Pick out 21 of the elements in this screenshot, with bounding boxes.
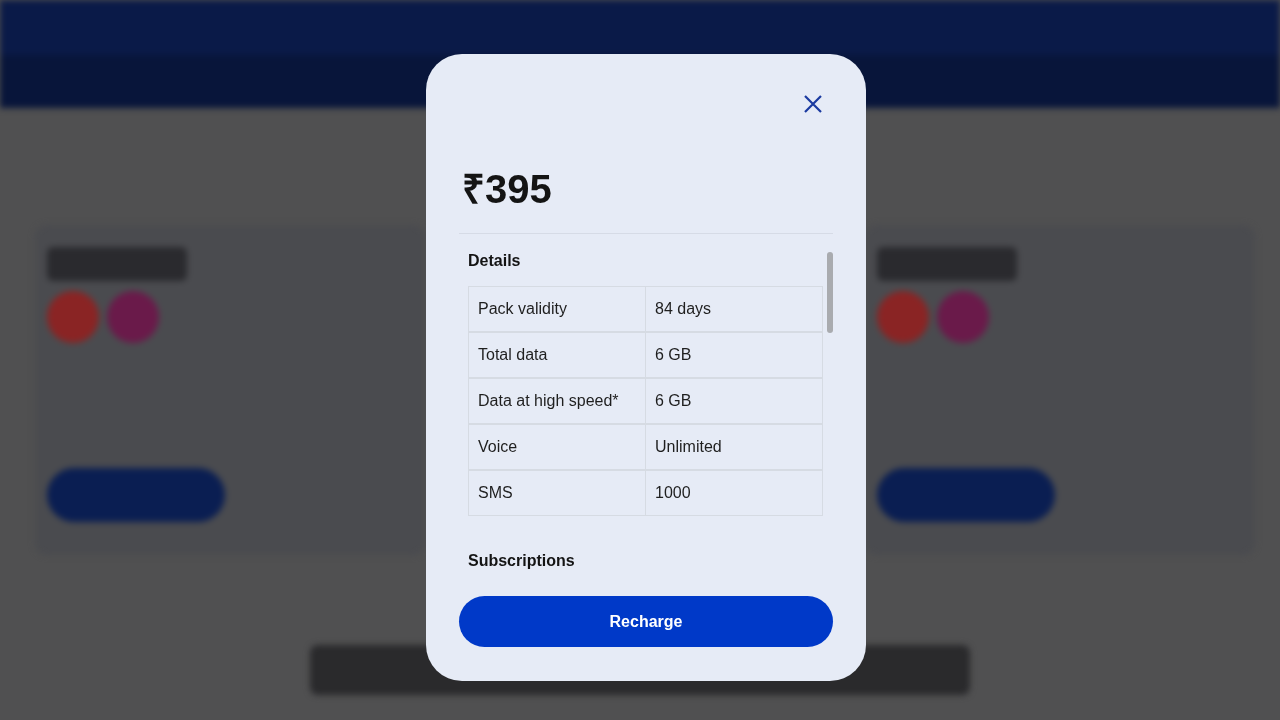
table-cell: 6 GB <box>645 379 822 423</box>
table-cell-text: Data at high speed* <box>477 391 620 411</box>
table-cell-text: Pack validity <box>477 299 568 319</box>
app-logo-icon <box>107 291 159 343</box>
app-logo-icon <box>937 291 989 343</box>
recharge-button[interactable]: Recharge <box>459 596 833 647</box>
table-cell-text: Voice <box>477 437 519 457</box>
table-cell: 1000 <box>645 471 822 515</box>
scrollbar-thumb[interactable] <box>827 252 833 333</box>
recharge-button[interactable] <box>877 468 1055 522</box>
table-cell: Unlimited <box>645 425 822 469</box>
app-logo-icon <box>47 291 99 343</box>
section-title: Subscriptions <box>468 552 576 570</box>
app-logo-icon <box>877 291 929 343</box>
section-title: Details <box>468 252 522 270</box>
table-cell-text: SMS <box>477 483 514 503</box>
table-cell: 84 days <box>645 287 822 331</box>
table-cell: 6 GB <box>645 333 822 377</box>
table-cell-text: Total data <box>477 345 549 365</box>
recharge-button[interactable] <box>47 468 225 522</box>
plan-price: ₹395 <box>461 166 552 213</box>
